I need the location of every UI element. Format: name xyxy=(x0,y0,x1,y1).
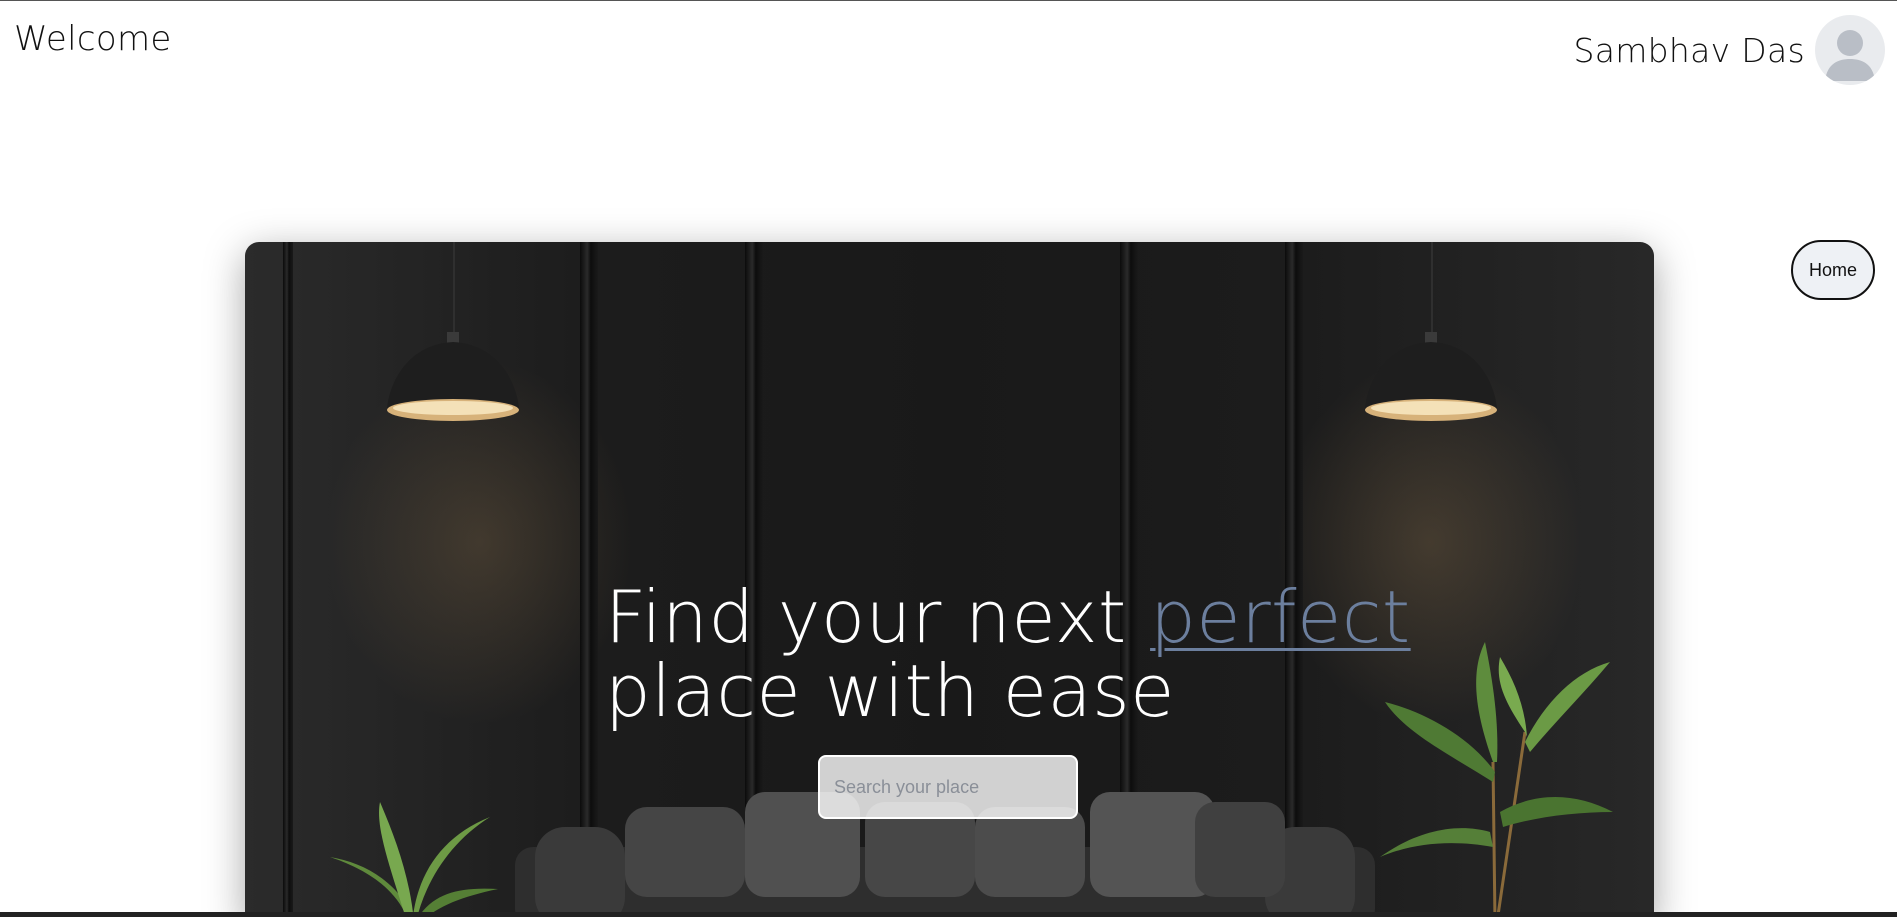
user-menu[interactable]: Sambhav Das xyxy=(1573,15,1885,85)
pendant-lamp-icon xyxy=(387,332,519,421)
page-title: Welcome xyxy=(14,19,172,59)
user-avatar-icon[interactable] xyxy=(1815,15,1885,85)
home-button[interactable]: Home xyxy=(1791,240,1875,300)
lamp-cord xyxy=(453,242,455,337)
search-input[interactable] xyxy=(818,755,1078,819)
headline-text: Find your next xyxy=(605,575,1151,659)
hero-banner: Find your next perfect place with ease xyxy=(245,242,1654,917)
headline-accent: perfect xyxy=(1150,575,1411,659)
user-name: Sambhav Das xyxy=(1573,30,1805,70)
wall-panel-line xyxy=(283,242,293,917)
lamp-cord xyxy=(1431,242,1433,337)
hero-headline: Find your next perfect place with ease xyxy=(605,580,1411,728)
bottom-edge xyxy=(0,912,1897,917)
headline-text: place with ease xyxy=(605,649,1175,733)
pendant-lamp-icon xyxy=(1365,332,1497,421)
plant-icon xyxy=(330,802,498,917)
plant-icon xyxy=(1380,642,1613,917)
